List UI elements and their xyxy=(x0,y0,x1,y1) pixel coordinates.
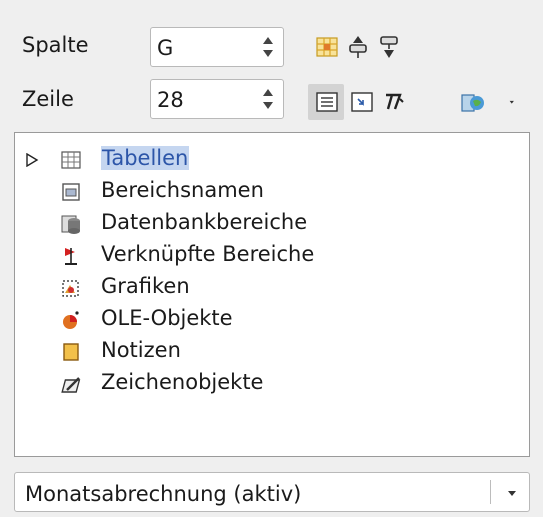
navigator-tree[interactable]: Tabellen Bereichsnamen Datenbankbereiche… xyxy=(14,132,530,457)
expander-arrow-icon[interactable] xyxy=(25,153,39,167)
dropdown-arrow-icon[interactable] xyxy=(508,89,522,115)
tree-row-images[interactable]: Grafiken xyxy=(15,271,529,303)
data-range-icon[interactable] xyxy=(314,34,340,60)
toggle-icon[interactable] xyxy=(349,89,375,115)
end-icon[interactable] xyxy=(376,34,402,60)
tree-item-label: OLE-Objekte xyxy=(101,306,233,330)
scenarios-icon[interactable] xyxy=(381,89,407,115)
contents-toggle-icon[interactable] xyxy=(314,89,340,115)
combo-separator xyxy=(490,480,491,504)
spin-arrows-icon[interactable] xyxy=(262,86,274,112)
comments-icon xyxy=(63,343,79,361)
spin-arrows-icon[interactable] xyxy=(262,34,274,60)
chevron-down-icon[interactable] xyxy=(505,486,519,500)
row-field-value: 28 xyxy=(157,88,184,112)
range-names-icon xyxy=(62,183,80,201)
tree-row-comments[interactable]: Notizen xyxy=(15,335,529,367)
tree-row-ole-objects[interactable]: OLE-Objekte xyxy=(15,303,529,335)
column-field-value: G xyxy=(157,36,174,60)
tree-item-label: Tabellen xyxy=(101,146,190,170)
drawing-objects-icon xyxy=(61,377,81,393)
tree-row-drawing-objects[interactable]: Zeichenobjekte xyxy=(15,367,529,399)
images-icon xyxy=(62,280,79,297)
drag-mode-icon[interactable] xyxy=(460,89,486,115)
document-select-value: Monatsabrechnung (aktiv) xyxy=(25,482,302,506)
column-label: Spalte xyxy=(22,33,89,57)
tree-row-tables[interactable]: Tabellen xyxy=(15,143,529,175)
tree-item-label: Datenbankbereiche xyxy=(101,210,308,234)
row-label: Zeile xyxy=(22,87,74,111)
tree-row-range-names[interactable]: Bereichsnamen xyxy=(15,175,529,207)
tables-icon xyxy=(61,151,81,169)
tree-item-label: Bereichsnamen xyxy=(101,178,264,202)
linked-areas-icon xyxy=(65,248,77,265)
tree-item-label: Notizen xyxy=(101,338,181,362)
start-icon[interactable] xyxy=(345,34,371,60)
tree-row-linked-areas[interactable]: Verknüpfte Bereiche xyxy=(15,239,529,271)
column-field[interactable]: G xyxy=(150,27,284,67)
row-field[interactable]: 28 xyxy=(150,79,284,119)
ole-objects-icon xyxy=(63,311,79,329)
tree-item-label: Zeichenobjekte xyxy=(101,370,264,394)
tree-row-database-ranges[interactable]: Datenbankbereiche xyxy=(15,207,529,239)
document-select[interactable]: Monatsabrechnung (aktiv) xyxy=(14,472,530,512)
database-ranges-icon xyxy=(61,215,80,234)
tree-item-label: Verknüpfte Bereiche xyxy=(101,242,315,266)
tree-item-label: Grafiken xyxy=(101,274,190,298)
